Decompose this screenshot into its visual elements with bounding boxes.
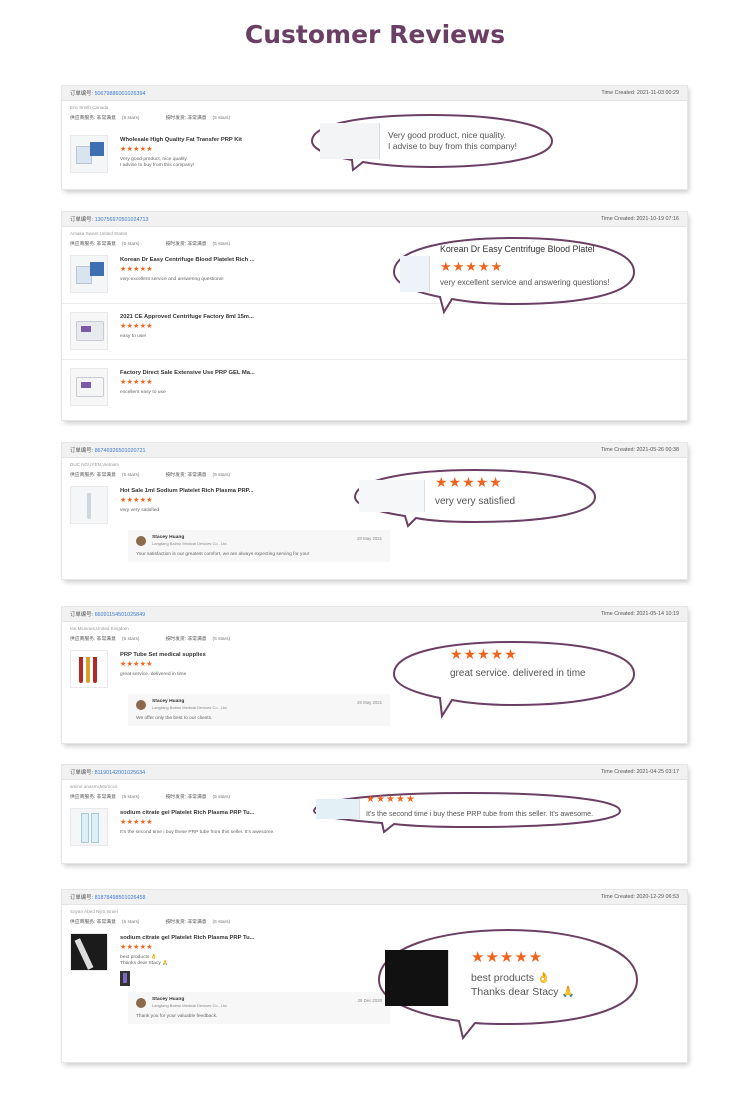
- order-id-link[interactable]: 66091154501025849: [95, 612, 146, 618]
- card-header: 订单编号: 5067988600102639​4 Time Created: 2…: [62, 86, 687, 101]
- reply-date: 20 May 2021: [357, 536, 382, 541]
- product-thumbnail[interactable]: [70, 808, 108, 846]
- reply-author: Stacey Huang: [152, 699, 185, 704]
- review-card: 订单编号: 81190142001025634 Time Created: 20…: [62, 765, 687, 863]
- seller-reply: Stacey Huang Langfang Baimu Medical Devi…: [128, 694, 390, 726]
- product-thumbnail[interactable]: [70, 933, 108, 971]
- order-id-link[interactable]: 81878498501026458: [95, 895, 146, 901]
- rating-summary: 供应商服务: 非常满意 (5 stars) 按时发货: 非常满意 (5 stars): [70, 242, 231, 247]
- rating-summary: 供应商服务: 非常满意 (5 stars) 按时发货: 非常满意 (5 stars): [70, 920, 231, 925]
- order-id-link[interactable]: 5067988600102639​4: [95, 91, 146, 97]
- card-header: 订单编号: 66091154501025849 Time Created: 20…: [62, 607, 687, 622]
- review-comment: Very good product, nice quality. I advis…: [120, 157, 195, 169]
- rating-summary: 供应商服务: 非常满意 (5 stars) 按时发货: 非常满意 (5 stars): [70, 116, 231, 121]
- buyer-name: Eric Smith,Canada: [70, 105, 109, 110]
- star-rating: ★★★★★: [120, 497, 153, 504]
- review-card: 订单编号: 1307569705010247​13 Time Created: …: [62, 212, 687, 420]
- card-header: 订单编号: 81190142001025634 Time Created: 20…: [62, 765, 687, 780]
- review-comment: very very satisfied: [120, 508, 160, 513]
- review-comment: excellent easy to use: [120, 390, 166, 395]
- star-rating: ★★★★★: [120, 944, 153, 951]
- product-name[interactable]: Korean Dr Easy Centrifuge Blood Platelet…: [120, 257, 679, 263]
- buyer-name: amine anasmi,Morocco: [70, 784, 118, 789]
- time-created: 2021-10-19 07:16: [636, 216, 679, 222]
- avatar: [136, 699, 146, 710]
- product-thumbnail[interactable]: [70, 255, 108, 293]
- reply-company: Langfang Baimu Medical Devices Co., Ltd.: [152, 705, 228, 710]
- product-name[interactable]: Hot Sale 1ml Sodium Platelet Rich Plasma…: [120, 488, 679, 494]
- reply-author: Stacey Huang: [152, 535, 185, 540]
- list-item: sodium citrate gel Platelet Rich Plasma …: [62, 800, 687, 850]
- avatar: [136, 997, 146, 1008]
- reply-company: Langfang Baimu Medical Devices Co., Ltd.: [152, 1003, 228, 1009]
- star-rating: ★★★★★: [120, 323, 153, 330]
- list-item: Factory Direct Sale Extensive Use PRP GE…: [62, 359, 687, 415]
- list-item: Hot Sale 1ml Sodium Platelet Rich Plasma…: [62, 478, 687, 528]
- reply-text: Thank you for your valuable feedback.: [136, 1014, 218, 1020]
- product-name[interactable]: 2021 CE Approved Centrifuge Factory 8ml …: [120, 314, 679, 320]
- buyer-name: Ian Mcinnes,United Kingdom: [70, 626, 129, 631]
- star-rating: ★★★★★: [120, 661, 153, 668]
- reply-company: Langfang Baimu Medical Devices Co., Ltd.: [152, 541, 228, 546]
- product-name[interactable]: Wholesale High Quality Fat Transfer PRP …: [120, 137, 679, 143]
- order-id-link[interactable]: 1307569705010247​13: [95, 217, 149, 223]
- product-name[interactable]: sodium citrate gel Platelet Rich Plasma …: [120, 935, 679, 941]
- review-card: 订单编号: 66091154501025849 Time Created: 20…: [62, 607, 687, 743]
- list-item: sodium citrate gel Platelet Rich Plasma …: [62, 925, 687, 990]
- review-comment: easy to use!: [120, 334, 147, 339]
- page-title: Customer Reviews: [244, 20, 506, 49]
- reply-date: 29 Dec 2020: [357, 998, 382, 1004]
- reply-author: Stacey Huang: [152, 997, 185, 1003]
- product-thumbnail[interactable]: [70, 650, 108, 688]
- rating-summary: 供应商服务: 非常满意 (5 stars) 按时发货: 非常满意 (5 stars): [70, 795, 231, 800]
- reply-text: Your satisfaction is our greatest comfor…: [136, 552, 310, 557]
- product-thumbnail[interactable]: [70, 486, 108, 524]
- product-name[interactable]: PRP Tube Set medical supplies: [120, 652, 679, 658]
- time-created: 2021-04-25 03:17: [636, 769, 679, 775]
- reply-text: We offer only the best to our clients.: [136, 716, 213, 721]
- time-created: 2021-11-03 00:29: [636, 90, 679, 96]
- product-name[interactable]: Factory Direct Sale Extensive Use PRP GE…: [120, 370, 679, 376]
- order-id-link[interactable]: 81190142001025634: [95, 770, 146, 776]
- product-thumbnail[interactable]: [70, 312, 108, 350]
- product-name[interactable]: sodium citrate gel Platelet Rich Plasma …: [120, 810, 679, 816]
- buyer-name: DUC NGUYEN,Vietnam: [70, 462, 119, 467]
- time-created: 2020-12-29 06:53: [636, 894, 679, 900]
- time-created: 2021-05-14 10:19: [636, 611, 679, 617]
- buyer-name: Sayan Abed Nijm,Israel: [70, 909, 118, 914]
- time-created: 2021-05-26 00:38: [636, 447, 679, 453]
- star-rating: ★★★★★: [120, 146, 153, 153]
- review-comment: best products 👌 Thanks dear Stacy 🙏: [120, 955, 169, 967]
- product-thumbnail[interactable]: [70, 135, 108, 173]
- card-header: 订单编号: 1307569705010247​13 Time Created: …: [62, 212, 687, 227]
- list-item: 2021 CE Approved Centrifuge Factory 8ml …: [62, 303, 687, 359]
- review-card: 订单编号: 81878498501026458 Time Created: 20…: [62, 890, 687, 1062]
- list-item: PRP Tube Set medical supplies ★★★★★ grea…: [62, 642, 687, 692]
- buyer-name: Amaka Sweet,United States: [70, 231, 128, 236]
- seller-reply: Stacey Huang Langfang Baimu Medical Devi…: [128, 992, 390, 1025]
- product-thumbnail[interactable]: [70, 368, 108, 406]
- star-rating: ★★★★★: [120, 819, 153, 826]
- reply-date: 26 May 2021: [357, 700, 382, 705]
- review-comment: great service. delivered in time: [120, 672, 187, 677]
- avatar: [136, 535, 146, 546]
- review-card: 订单编号: 86746926501020721 Time Created: 20…: [62, 443, 687, 579]
- review-comment: very excellent service and answering que…: [120, 277, 224, 282]
- rating-summary: 供应商服务: 非常满意 (5 stars) 按时发货: 非常满意 (5 stars): [70, 637, 231, 642]
- list-item: Korean Dr Easy Centrifuge Blood Platelet…: [62, 247, 687, 303]
- star-rating: ★★★★★: [120, 266, 153, 273]
- review-card: 订单编号: 5067988600102639​4 Time Created: 2…: [62, 86, 687, 189]
- review-photo[interactable]: [120, 971, 130, 987]
- rating-summary: 供应商服务: 非常满意 (5 stars) 按时发货: 非常满意 (5 stars): [70, 473, 231, 478]
- card-header: 订单编号: 86746926501020721 Time Created: 20…: [62, 443, 687, 458]
- card-header: 订单编号: 81878498501026458 Time Created: 20…: [62, 890, 687, 905]
- list-item: Wholesale High Quality Fat Transfer PRP …: [62, 127, 687, 177]
- seller-reply: Stacey Huang Langfang Baimu Medical Devi…: [128, 530, 390, 562]
- star-rating: ★★★★★: [120, 379, 153, 386]
- order-id-link[interactable]: 86746926501020721: [95, 448, 146, 454]
- review-comment: It's the second time i buy these PRP tub…: [120, 830, 275, 835]
